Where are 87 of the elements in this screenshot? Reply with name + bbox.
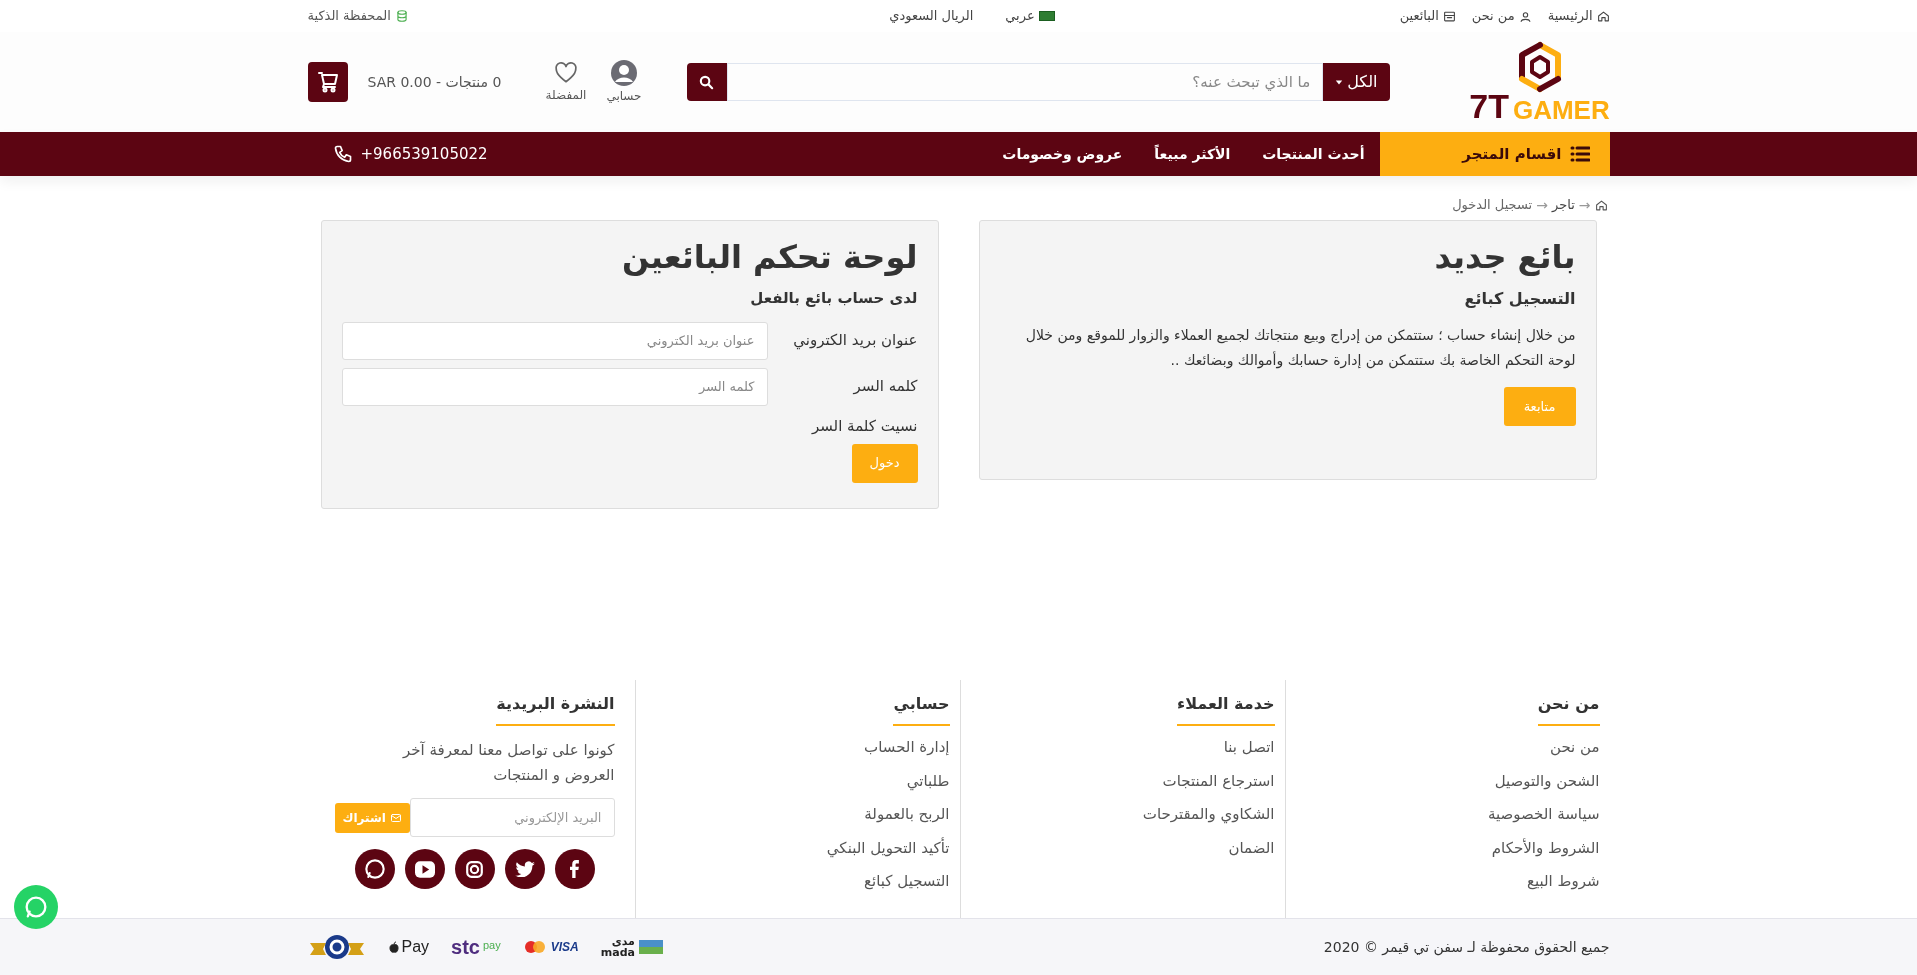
logo-text: GAMER [1512, 97, 1610, 123]
currency-selector[interactable]: الريال السعودي [889, 6, 974, 26]
language-selector[interactable]: عربي [1005, 6, 1055, 26]
newsletter-text: كونوا على تواصل معنا لمعرفة آخر العروض و المنتجات [401, 740, 615, 786]
footer-link[interactable]: الشروط والأحكام [1487, 836, 1600, 859]
footer-link[interactable]: الشكاوي والمقترحات [1142, 803, 1275, 826]
search-field[interactable]: ما الذي تبحث عنه؟ [726, 63, 1324, 101]
footer-link[interactable]: الشحن والتوصيل [1487, 769, 1600, 792]
top-link[interactable]: من نحن [1471, 6, 1532, 26]
list-icon [1569, 145, 1590, 163]
caret-icon [1335, 78, 1344, 86]
footer-link[interactable]: من نحن [1487, 736, 1600, 759]
mastercard-icon [522, 940, 547, 954]
logo-text: Pay [401, 937, 430, 957]
apple-icon [387, 940, 400, 954]
email-field[interactable]: البريد الإلكتروني [409, 798, 615, 837]
social-button[interactable] [554, 849, 595, 889]
column-heading: خدمة العملاء [1176, 692, 1275, 726]
input-field[interactable]: عنوان بريد الكتروني [341, 321, 768, 360]
footer-link[interactable]: اتصل بنا [1142, 736, 1275, 759]
cart-summary: 0 منتجات - SAR 0.00 [367, 72, 502, 92]
card-subtitle: لدى حساب بائع بالفعل [749, 288, 918, 309]
top-link[interactable]: البائعين [1399, 6, 1456, 26]
footer-link[interactable]: إدارة الحساب [826, 736, 950, 759]
wishlist-link[interactable]: المفضلة [545, 60, 587, 104]
card-title: بائع جديد [1433, 237, 1576, 277]
cart-button[interactable] [307, 62, 348, 102]
social-button[interactable] [454, 849, 495, 889]
money-icon [394, 9, 409, 23]
category-dropdown[interactable]: الكل [1323, 63, 1390, 101]
column-heading: من نحن [1537, 692, 1600, 726]
footer-link[interactable]: التسجيل كبائع [826, 870, 950, 893]
twitter-icon [514, 861, 535, 877]
bar-icon [638, 940, 663, 954]
video-icon [414, 860, 435, 878]
card-subtitle: التسجيل كبائع [1463, 288, 1576, 310]
field-label: عنوان بريد الكتروني [792, 330, 918, 352]
cart-icon [315, 70, 340, 94]
field-label: كلمه السر [852, 376, 918, 398]
flag-icon [1038, 11, 1055, 21]
logo-text: pay [483, 938, 501, 953]
logo-text: mada [600, 947, 635, 958]
column-heading: حسابي [893, 692, 950, 726]
column-heading: النشرة البريدية [496, 692, 615, 726]
categories-menu[interactable]: اقسام المتجر [1379, 132, 1610, 176]
instagram-icon [466, 860, 483, 878]
card-title: لوحة تحكم البائعين [620, 237, 918, 277]
envelope-icon [389, 811, 402, 824]
logo-text: مدى [611, 936, 635, 947]
social-button[interactable] [404, 849, 445, 889]
breadcrumb-separator: → [1578, 195, 1591, 215]
logo-text: 7T [1469, 89, 1509, 123]
nav-link[interactable]: عروض وخصومات [1002, 143, 1123, 165]
facebook-icon [569, 860, 580, 878]
home-icon [1596, 9, 1610, 23]
copyright-text: جميع الحقوق محفوظة لـ سفن تي قيمر © 2020 [1323, 937, 1610, 958]
breadcrumb-separator: → [1536, 195, 1548, 215]
footer-link[interactable]: طلباتي [826, 769, 950, 792]
footer-link[interactable]: تأكيد التحويل البنكي [826, 836, 950, 859]
card-description: من خلال إنشاء حساب ؛ ستتمكن من إدراج وبيع منتجاتك لجميع العملاء والزوار للموقع ومن خلال لوحة التحكم الخاصة بك ستتمكن من إدارة حسابك وأموالك وبضائعك .. [1024, 326, 1576, 371]
breadcrumb-current: تسجيل الدخول [1452, 196, 1533, 215]
logo-text: stc [451, 937, 480, 957]
footer-link[interactable]: سياسة الخصوصية [1487, 803, 1600, 826]
account-link[interactable]: حسابي [606, 59, 642, 105]
footer-link[interactable]: الربح بالعمولة [826, 803, 950, 826]
forgot-password-link[interactable]: نسيت كلمة السر [811, 416, 918, 435]
search-icon [698, 73, 715, 91]
user-avatar-icon [609, 59, 638, 87]
wallet-link[interactable]: المحفظة الذكية [307, 6, 409, 26]
footer-link[interactable]: استرجاع المنتجات [1142, 769, 1275, 792]
phone-link[interactable]: +966539105022 [332, 142, 488, 166]
phone-icon [332, 144, 353, 164]
nav-link[interactable]: الأكثر مبيعاً [1154, 143, 1231, 165]
nav-link[interactable]: أحدث المنتجات [1262, 143, 1365, 165]
logo-text: VISA [550, 939, 579, 956]
footer-link[interactable]: شروط البيع [1487, 870, 1600, 893]
social-button[interactable] [504, 849, 545, 889]
shop-icon [1442, 9, 1456, 23]
home-icon [1594, 198, 1608, 212]
input-field[interactable]: كلمه السر [341, 367, 768, 406]
search-button[interactable] [686, 63, 727, 101]
person-icon [1518, 9, 1532, 23]
breadcrumb-link[interactable]: تاجر [1551, 195, 1575, 215]
footer-link[interactable]: الضمان [1142, 836, 1275, 859]
award-badge-icon [307, 933, 366, 961]
top-link[interactable]: الرئيسية [1547, 6, 1610, 26]
social-button[interactable] [354, 849, 395, 889]
